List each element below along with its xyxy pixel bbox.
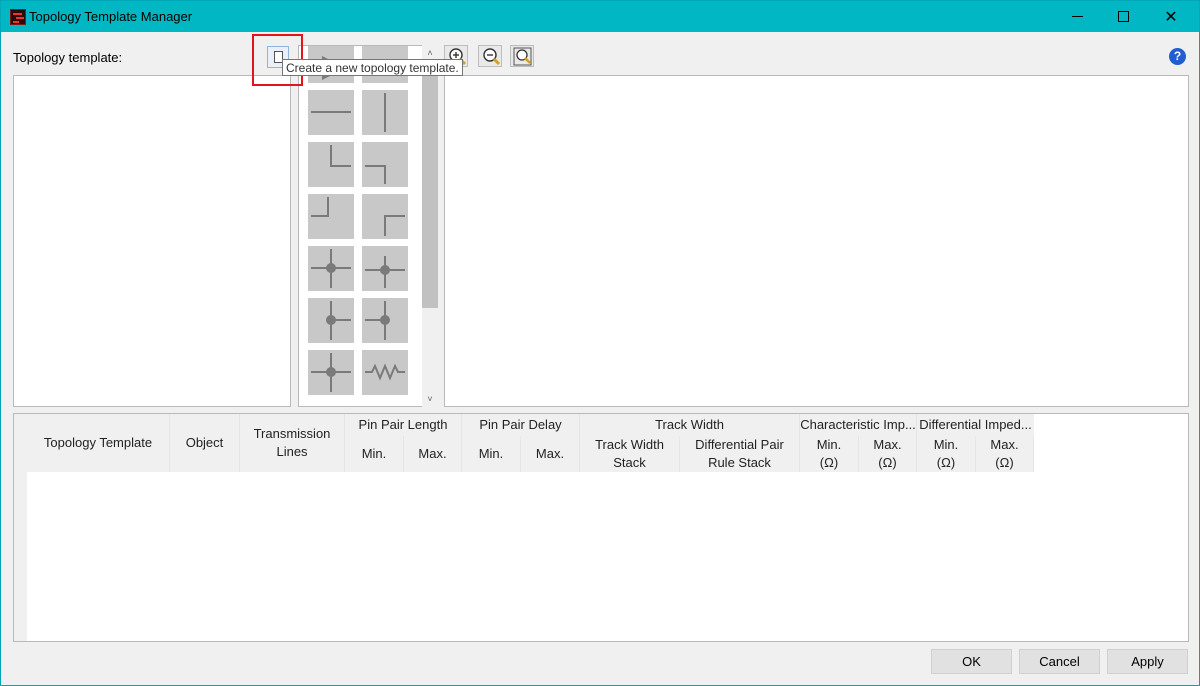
- palette-tile-tee-junction-offset[interactable]: [362, 246, 408, 291]
- palette-tile-tee-junction[interactable]: [308, 246, 354, 291]
- col-pin-pair-length-max[interactable]: Max.: [404, 436, 462, 472]
- maximize-icon: [1117, 11, 1129, 22]
- grid-header: Topology Template Object Transmission Li…: [14, 414, 1034, 472]
- ok-button[interactable]: OK: [931, 649, 1012, 674]
- palette-tile-tee-junction-right[interactable]: [362, 298, 408, 343]
- col-pin-pair-delay-max[interactable]: Max.: [521, 436, 580, 472]
- col-pin-pair-delay-min[interactable]: Min.: [462, 436, 521, 472]
- group-differential-impedance: Differential Imped...: [919, 417, 1032, 432]
- corner-down-left-icon: [365, 165, 386, 184]
- topology-template-list[interactable]: [13, 75, 291, 407]
- zoom-out-icon: [483, 48, 501, 66]
- tee-junction-left-icon: [326, 301, 351, 340]
- close-button[interactable]: ✕: [1147, 1, 1195, 32]
- title-bar[interactable]: Topology Template Manager ✕: [1, 1, 1199, 32]
- app-icon: [10, 9, 26, 25]
- topology-element-palette[interactable]: [298, 45, 438, 407]
- minimize-icon: [1071, 16, 1083, 17]
- col-pin-pair-length-min[interactable]: Min.: [345, 436, 404, 472]
- col-char-imp-max[interactable]: Max. (Ω): [859, 436, 917, 472]
- corner-down-right-icon: [330, 145, 351, 167]
- palette-tile-resistor[interactable]: [362, 350, 408, 395]
- palette-tile-tee-junction-left[interactable]: [308, 298, 354, 343]
- help-button[interactable]: ?: [1169, 48, 1186, 65]
- palette-scrollbar-thumb[interactable]: [422, 61, 438, 308]
- topology-rules-grid[interactable]: Topology Template Object Transmission Li…: [13, 413, 1189, 642]
- cancel-button[interactable]: Cancel: [1019, 649, 1100, 674]
- cross-junction-icon: [311, 353, 351, 392]
- group-track-width: Track Width: [580, 414, 800, 436]
- row-header-gutter: [14, 472, 27, 641]
- corner-up-left-icon: [311, 197, 329, 217]
- col-transmission-lines[interactable]: Transmission Lines: [240, 414, 345, 472]
- dialog-window: Topology Template Manager ✕ Topology tem…: [0, 0, 1200, 686]
- palette-tile-corner-up-right[interactable]: [362, 194, 408, 239]
- palette-tile-vertical-line[interactable]: [362, 90, 408, 135]
- palette-tile-corner-down-right[interactable]: [308, 142, 354, 187]
- zoom-fit-icon: [513, 47, 532, 66]
- group-pin-pair-delay: Pin Pair Delay: [462, 414, 580, 436]
- col-diff-imp-max[interactable]: Max. (Ω): [976, 436, 1034, 472]
- zoom-out-button[interactable]: [478, 45, 502, 67]
- tee-junction-right-icon: [365, 301, 390, 340]
- col-track-width-stack[interactable]: Track Width Stack: [580, 436, 680, 472]
- horizontal-line-icon: [311, 111, 351, 113]
- group-pin-pair-length: Pin Pair Length: [345, 414, 462, 436]
- minimize-button[interactable]: [1053, 1, 1101, 32]
- col-object[interactable]: Object: [170, 414, 240, 472]
- apply-button[interactable]: Apply: [1107, 649, 1188, 674]
- topology-template-label: Topology template:: [13, 50, 123, 65]
- col-char-imp-min[interactable]: Min. (Ω): [800, 436, 859, 472]
- palette-tile-horizontal-line[interactable]: [308, 90, 354, 135]
- palette-tile-corner-up-left[interactable]: [308, 194, 354, 239]
- topology-canvas[interactable]: [444, 75, 1189, 407]
- close-icon: ✕: [1164, 8, 1178, 26]
- tee-junction-icon: [311, 249, 351, 288]
- palette-tile-corner-down-left[interactable]: [362, 142, 408, 187]
- maximize-button[interactable]: [1099, 1, 1147, 32]
- new-template-tooltip: Create a new topology template.: [282, 59, 463, 76]
- palette-scroll-down-button[interactable]: ˅: [422, 391, 438, 407]
- window-title: Topology Template Manager: [29, 9, 193, 24]
- col-topology-template[interactable]: Topology Template: [27, 414, 170, 472]
- zoom-fit-button[interactable]: [510, 45, 534, 67]
- resistor-icon: [365, 363, 405, 381]
- tee-junction-offset-icon: [365, 256, 405, 288]
- corner-up-right-icon: [384, 215, 405, 236]
- col-differential-pair-rule-stack[interactable]: Differential Pair Rule Stack: [680, 436, 800, 472]
- group-characteristic-impedance: Characteristic Imp...: [800, 414, 917, 436]
- palette-tile-cross-junction[interactable]: [308, 350, 354, 395]
- vertical-line-icon: [384, 93, 386, 132]
- col-diff-imp-min[interactable]: Min. (Ω): [917, 436, 976, 472]
